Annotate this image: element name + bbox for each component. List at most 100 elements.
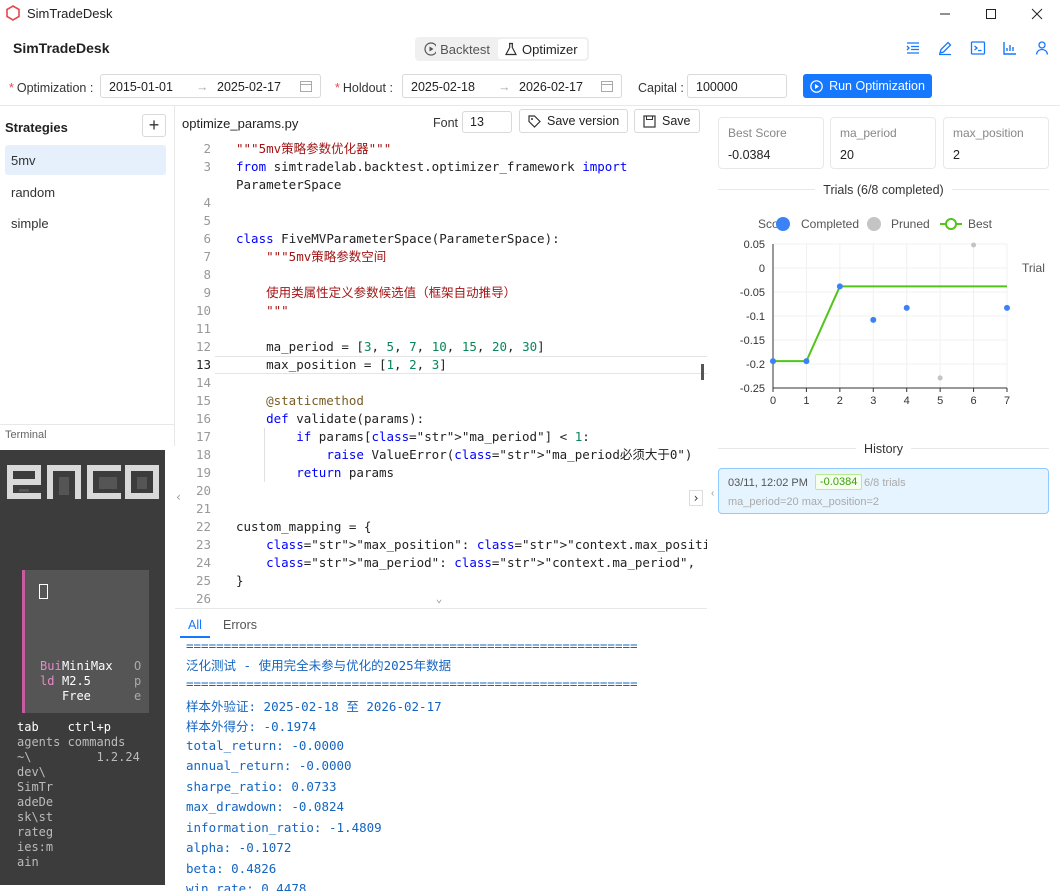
x-tick-label: 1: [803, 395, 809, 407]
collapse-right-icon[interactable]: ›: [689, 490, 703, 506]
y-tick-label: -0.15: [740, 335, 765, 347]
tab-errors[interactable]: Errors: [223, 618, 257, 632]
history-time: 03/11, 12:02 PM: [728, 477, 808, 489]
legend-pruned-marker: [867, 217, 881, 231]
line-number: 18: [195, 447, 211, 462]
completed-trial-point: [1004, 304, 1010, 311]
terminal-tier: Free: [62, 689, 91, 703]
strategy-item-5mv[interactable]: 5mv: [5, 145, 166, 175]
line-number: 10: [195, 303, 211, 318]
output-line: alpha: -0.1072: [186, 840, 292, 855]
x-tick-label: 6: [971, 395, 977, 407]
output-line: ========================================…: [186, 638, 638, 653]
strategies-title: Strategies: [5, 120, 68, 135]
code-line: class="str">"ma_period": class="str">"co…: [266, 555, 696, 570]
history-header: History: [718, 441, 1049, 456]
x-tick-label: 3: [870, 395, 876, 407]
terminal-line: rateg: [17, 825, 54, 839]
terminal-model-2: M2.5: [62, 674, 91, 688]
line-number: 19: [195, 465, 211, 480]
terminal-line: sk\st: [17, 810, 54, 824]
y-tick-label: -0.05: [740, 287, 765, 299]
code-line: """5mv策略参数优化器""": [236, 141, 392, 156]
terminal-panel[interactable]: Bui ld MiniMax M2.5 Free O p e tab ctrl+…: [0, 450, 165, 885]
max-position-card: max_position 2: [943, 117, 1049, 169]
legend-completed-marker: [776, 217, 790, 231]
output-line: ========================================…: [186, 676, 638, 691]
trials-header: Trials (6/8 completed): [718, 182, 1049, 197]
output-log[interactable]: ========================================…: [175, 638, 707, 891]
line-number: 26: [195, 591, 211, 606]
strategy-item-simple[interactable]: simple: [5, 208, 166, 238]
holdout-end-date[interactable]: 2026-02-17: [519, 80, 583, 94]
x-tick-label: 4: [904, 395, 910, 407]
capital-input[interactable]: 100000: [687, 74, 787, 98]
holdout-start-date[interactable]: 2025-02-18: [411, 80, 475, 94]
y-tick-label: 0: [759, 263, 765, 275]
maximize-button[interactable]: [968, 0, 1014, 28]
y-tick-label: 0.05: [744, 239, 765, 251]
user-icon[interactable]: [1034, 40, 1050, 56]
font-label: Font: [433, 116, 459, 130]
y-tick-label: -0.25: [740, 383, 765, 395]
close-button[interactable]: [1014, 0, 1060, 28]
output-tabs: All Errors: [175, 608, 707, 638]
ma-period-value: 20: [840, 148, 854, 162]
tab-all[interactable]: All: [188, 618, 202, 632]
x-tick-label: 7: [1004, 395, 1010, 407]
strategy-item-random[interactable]: random: [5, 177, 166, 207]
line-number: 25: [195, 573, 211, 588]
terminal-line: ~\ 1.2.24: [17, 750, 140, 764]
app-logo-icon: [6, 5, 20, 21]
editor-filename: optimize_params.py: [182, 116, 299, 131]
completed-trial-point: [836, 283, 843, 290]
terminal-model: MiniMax: [62, 659, 113, 673]
minimize-button[interactable]: [922, 0, 968, 28]
line-number: 17: [195, 429, 211, 444]
collapse-left-icon[interactable]: ‹: [175, 490, 189, 506]
completed-trial-point: [770, 358, 776, 365]
tab-backtest[interactable]: Backtest: [418, 39, 496, 59]
add-strategy-button[interactable]: +: [142, 114, 166, 137]
x-axis-label: Trial: [1022, 261, 1045, 275]
code-line: class="str">"max_position": class="str">…: [266, 537, 707, 552]
window-titlebar: SimTradeDesk: [0, 0, 1060, 28]
optimization-range-picker[interactable]: 2015-01-01 → 2025-02-17: [100, 74, 321, 98]
editor-scrollbar-thumb[interactable]: [701, 364, 704, 380]
terminal-line: adeDe: [17, 795, 54, 809]
completed-trial-point: [870, 316, 877, 323]
optimization-end-date[interactable]: 2025-02-17: [217, 80, 281, 94]
app-header: SimTradeDesk Backtest Optimizer: [0, 28, 1060, 68]
trials-chart: 0.050-0.05-0.1-0.15-0.2-0.250 1 2 3 4 5 6 7 Sco…: [740, 217, 1045, 407]
tab-backtest-label: Backtest: [440, 41, 490, 57]
pen-icon[interactable]: [937, 40, 953, 56]
holdout-range-picker[interactable]: 2025-02-18 → 2026-02-17: [402, 74, 622, 98]
line-number: 4: [203, 195, 211, 210]
tab-optimizer[interactable]: Optimizer: [498, 39, 587, 59]
run-optimization-button[interactable]: Run Optimization: [803, 74, 932, 98]
font-size-input[interactable]: 13: [462, 111, 512, 133]
chart-icon[interactable]: [1002, 40, 1018, 56]
history-trials: 6/8 trials: [864, 477, 906, 489]
save-version-button[interactable]: Save version: [519, 109, 629, 133]
history-item[interactable]: 03/11, 12:02 PM -0.0384 6/8 trials ma_pe…: [718, 468, 1049, 514]
terminal-icon[interactable]: [970, 40, 986, 56]
terminal-hint-line: tab ctrl+p: [17, 720, 111, 734]
code-line: @staticmethod: [236, 393, 364, 408]
collapse-output-icon[interactable]: ⌄: [426, 592, 452, 606]
list-icon[interactable]: [905, 40, 921, 56]
calendar-icon: [601, 81, 613, 92]
line-number: 2: [203, 141, 211, 156]
optimization-start-date[interactable]: 2015-01-01: [109, 80, 173, 94]
plus-icon: +: [148, 115, 160, 135]
collapse-history-icon[interactable]: ‹: [711, 488, 714, 499]
code-editor[interactable]: 2 """5mv策略参数优化器""" 3 from simtradelab.backt…: [175, 140, 707, 608]
save-button[interactable]: Save: [634, 109, 700, 133]
indent-guide: [264, 446, 265, 464]
best-score-label: Best Score: [728, 126, 787, 140]
pruned-trial-point: [971, 242, 977, 248]
line-number: 12: [195, 339, 211, 354]
code-line: """: [236, 303, 289, 318]
mode-switcher: Backtest Optimizer: [415, 37, 589, 61]
code-line: raise ValueError(class="str">"ma_period必…: [326, 447, 693, 462]
